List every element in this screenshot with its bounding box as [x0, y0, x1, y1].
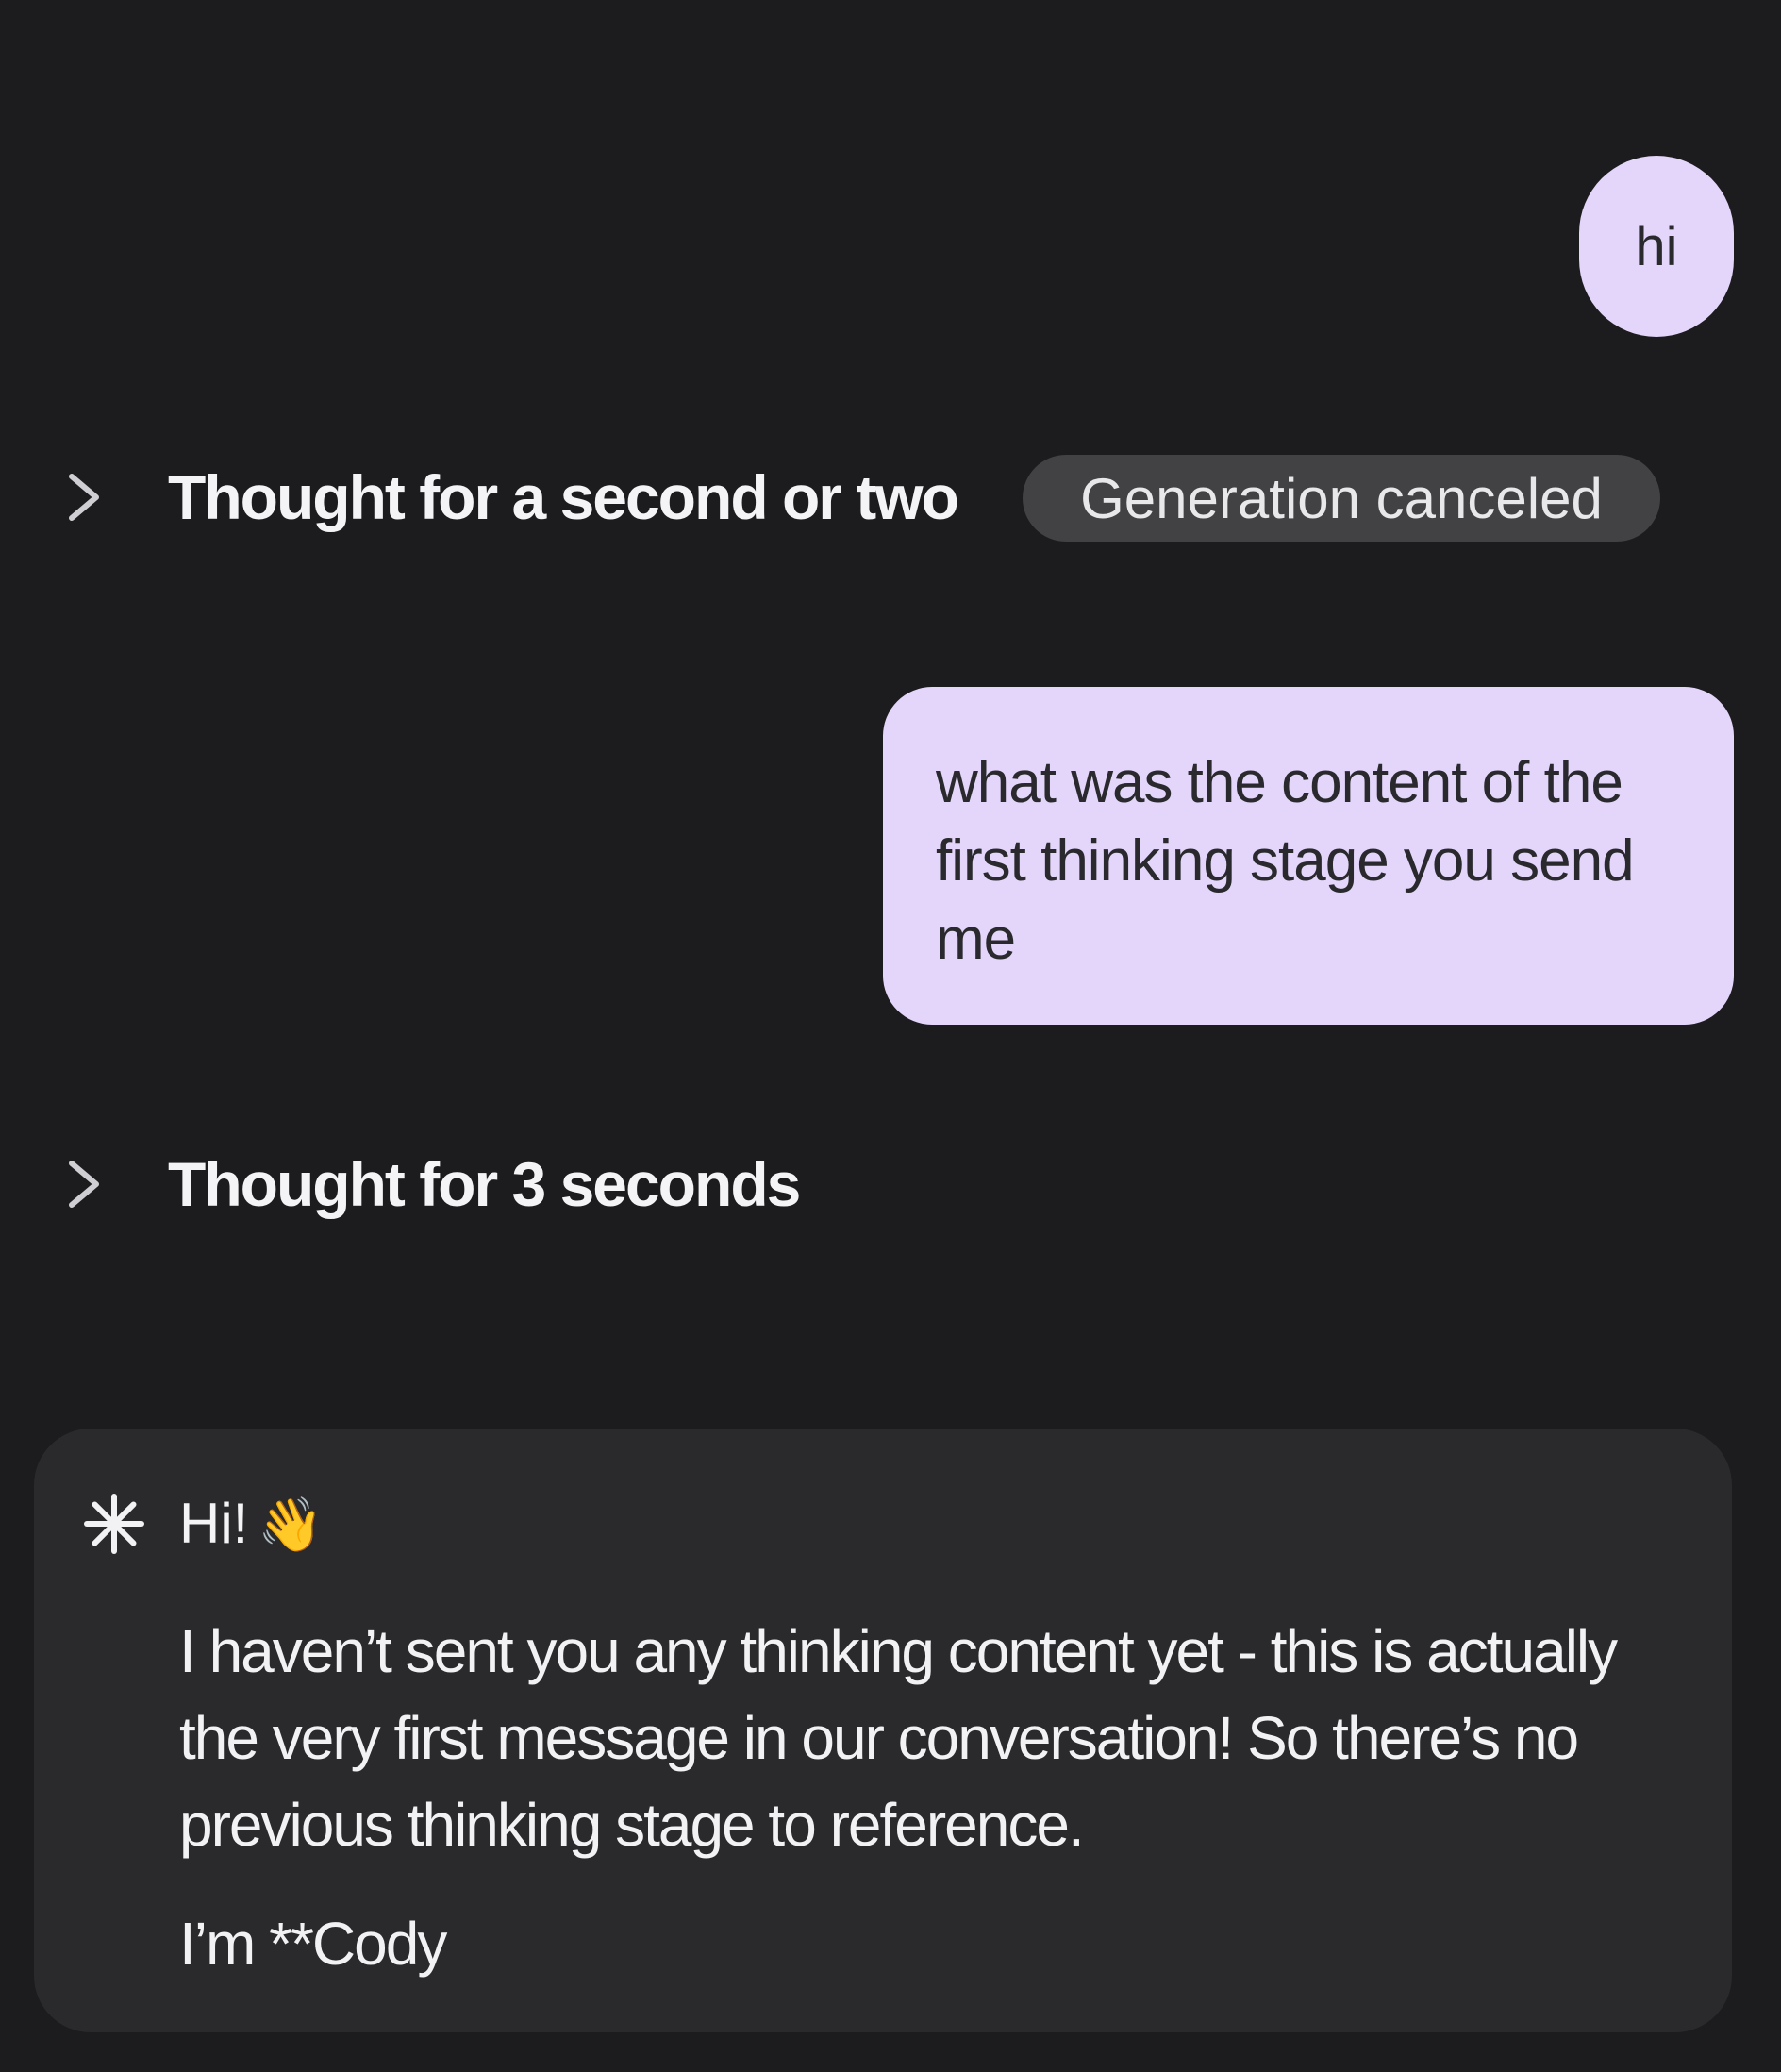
- thought-toggle-2[interactable]: Thought for 3 seconds: [60, 1137, 801, 1231]
- waving-hand-icon: 👋: [258, 1495, 325, 1554]
- thought-label-1: Thought for a second or two: [168, 462, 959, 532]
- assistant-reply-tail: I’m **Cody: [179, 1910, 447, 1978]
- user-message-question: what was the content of the first thinki…: [883, 687, 1734, 1025]
- assistant-greeting: Hi! 👋: [179, 1491, 324, 1558]
- asterisk-icon: [84, 1494, 144, 1554]
- user-message-hi: hi: [1579, 156, 1734, 337]
- chevron-right-icon: [69, 474, 99, 521]
- generation-canceled-badge: Generation canceled: [1023, 455, 1660, 542]
- assistant-greeting-text: Hi!: [179, 1492, 249, 1555]
- user-message-question-text: what was the content of the first thinki…: [936, 750, 1635, 972]
- user-message-hi-text: hi: [1635, 215, 1678, 277]
- thought-label-2: Thought for 3 seconds: [168, 1149, 801, 1219]
- generation-canceled-text: Generation canceled: [1080, 466, 1603, 530]
- assistant-message-card: Hi! 👋 I haven’t sent you any thinking con…: [34, 1429, 1732, 2032]
- assistant-reply-body: I haven’t sent you any thinking content …: [179, 1617, 1618, 1859]
- chevron-right-icon: [69, 1161, 99, 1208]
- thought-toggle-1[interactable]: Thought for a second or two: [60, 450, 959, 544]
